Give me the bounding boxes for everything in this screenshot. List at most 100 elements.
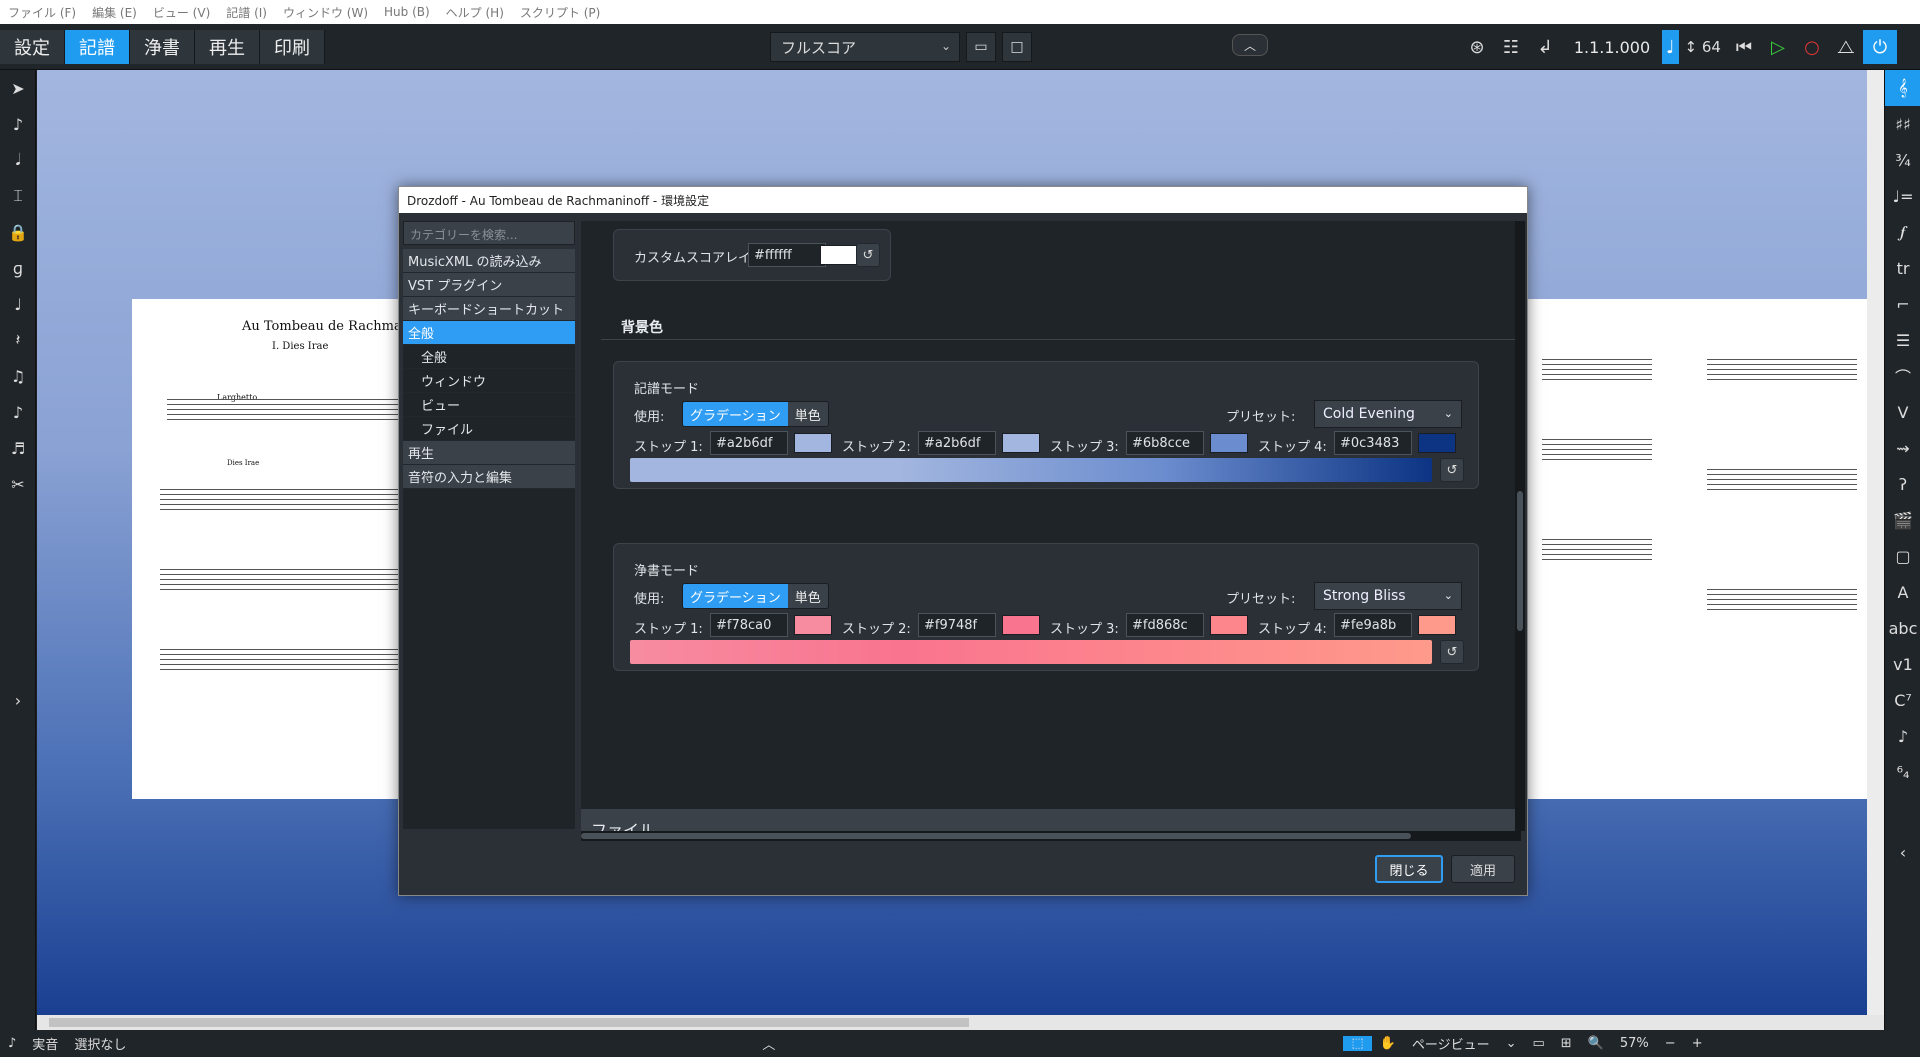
tempo-value[interactable]: ↕ 64 [1679,38,1727,56]
mode-print[interactable]: 印刷 [260,30,325,64]
write-mode-gradient-option[interactable]: グラデーション [683,402,788,426]
menu-hub[interactable]: Hub (B) [376,5,438,19]
galley-view-icon[interactable]: ▭ [966,32,996,62]
menu-window[interactable]: ウィンドウ (W) [275,4,376,21]
write-mode-preset-select[interactable]: Cold Evening ⌄ [1314,400,1462,428]
category-general-window[interactable]: ウィンドウ [403,369,575,393]
category-playback[interactable]: 再生 [403,441,575,465]
chord-icon[interactable]: 𝅘𝅥 [0,142,36,178]
lines-icon[interactable]: ⇝ [1885,430,1920,466]
reset-icon[interactable]: ↺ [1440,640,1464,664]
write-stop-2-swatch[interactable] [1002,433,1040,453]
grid-view-icon[interactable]: ⊞ [1553,1036,1580,1051]
menu-script[interactable]: スクリプト (P) [512,4,608,21]
spread-view-icon[interactable]: ▭ [1524,1036,1552,1051]
grace-note-icon[interactable]: ɡ [0,250,36,286]
rewind-icon[interactable]: ⏮ [1727,30,1761,64]
write-stop-1-hex[interactable]: #a2b6df [710,431,788,455]
tie-icon[interactable]: ♬ [0,430,36,466]
figured-bass-icon[interactable]: ⁶₄ [1885,754,1920,790]
insert-icon[interactable]: ⌶ [0,178,36,214]
transport-window-icon[interactable]: ↲ [1528,30,1562,64]
engrave-stop-4-hex[interactable]: #fe9a8b [1334,613,1412,637]
rehearsal-mark-icon[interactable]: v1 [1885,646,1920,682]
custom-layout-swatch[interactable] [820,245,858,265]
engrave-mode-preset-select[interactable]: Strong Bliss ⌄ [1314,582,1462,610]
category-general-general[interactable]: 全般 [403,345,575,369]
beam-icon[interactable]: ♫ [0,358,36,394]
record-icon[interactable]: ○ [1795,30,1829,64]
engrave-mode-gradient-option[interactable]: グラデーション [683,584,788,608]
engrave-mode-single-option[interactable]: 単色 [787,584,828,608]
scrollbar-thumb[interactable] [49,1018,969,1027]
engrave-stop-3-swatch[interactable] [1210,615,1248,635]
scrollbar-thumb[interactable] [581,833,1411,839]
zoom-in-icon[interactable]: + [1684,1036,1711,1051]
view-type-select[interactable]: ページビュー [1404,1034,1498,1053]
playing-techniques-icon[interactable]: V [1885,394,1920,430]
canvas-vertical-scrollbar[interactable] [1867,70,1884,1015]
bar-icon[interactable]: ☰ [1885,322,1920,358]
breath-icon[interactable]: ʔ [1885,466,1920,502]
collapse-right-panel-icon[interactable]: ‹ [1885,834,1920,870]
write-stop-1-swatch[interactable] [794,433,832,453]
category-general-view[interactable]: ビュー [403,393,575,417]
lock-icon[interactable]: 🔒 [0,214,36,250]
engrave-stop-2-swatch[interactable] [1002,615,1040,635]
mode-engrave[interactable]: 浄書 [130,30,195,64]
fingering-icon[interactable]: ♪ [1885,718,1920,754]
lyrics-icon[interactable]: abc [1885,610,1920,646]
write-stop-3-swatch[interactable] [1210,433,1248,453]
apply-button[interactable]: 適用 [1451,855,1515,883]
select-icon[interactable]: ➤ [0,70,36,106]
engrave-stop-2-hex[interactable]: #f9748f [918,613,996,637]
write-stop-4-hex[interactable]: #0c3483 [1334,431,1412,455]
tempo-icon[interactable]: ♩= [1885,178,1920,214]
instrument-icon[interactable]: ♪ [0,1036,24,1051]
chevron-up-icon[interactable]: ︿ [754,1034,783,1053]
menu-notation[interactable]: 記譜 (I) [218,4,275,21]
write-stop-2-hex[interactable]: #a2b6df [918,431,996,455]
engrave-stop-1-swatch[interactable] [794,615,832,635]
category-keyboard-shortcuts[interactable]: キーボードショートカット [403,297,575,321]
note-input-icon[interactable]: ♪ [0,106,36,142]
eighth-note-icon[interactable]: ♪ [0,394,36,430]
write-mode-single-option[interactable]: 単色 [787,402,828,426]
comments-icon[interactable]: ▢ [1885,538,1920,574]
mixer-icon[interactable]: ☷ [1494,30,1528,64]
concert-pitch-label[interactable]: 実音 [24,1034,66,1053]
category-musicxml-import[interactable]: MusicXML の読み込み [403,249,575,273]
mode-setup[interactable]: 設定 [0,30,65,64]
hand-tool-icon[interactable]: ✋ [1372,1036,1404,1051]
dynamics-icon[interactable]: 𝆑 [1885,214,1920,250]
cues-icon[interactable]: 🎬 [1885,502,1920,538]
layout-select[interactable]: フルスコア ⌄ [770,32,960,62]
custom-layout-hex-input[interactable]: #ffffff [748,243,826,267]
reset-icon[interactable]: ↺ [856,243,880,267]
close-button[interactable]: 閉じる [1375,855,1443,883]
chord-symbols-icon[interactable]: C⁷ [1885,682,1920,718]
text-icon[interactable]: A [1885,574,1920,610]
engrave-stop-4-swatch[interactable] [1418,615,1456,635]
play-icon[interactable]: ▷ [1761,30,1795,64]
chevron-up-icon[interactable]: ︿ [1232,34,1268,56]
engrave-stop-3-hex[interactable]: #fd868c [1126,613,1204,637]
page-view-icon[interactable]: □ [1002,32,1032,62]
tempo-note-icon[interactable]: ♩ [1662,30,1679,64]
content-horizontal-scrollbar[interactable] [581,831,1521,841]
scissors-icon[interactable]: ✂ [0,466,36,502]
menu-help[interactable]: ヘルプ (H) [438,4,512,21]
zoom-out-icon[interactable]: − [1657,1036,1684,1051]
mode-write[interactable]: 記譜 [65,30,130,64]
engrave-stop-1-hex[interactable]: #f78ca0 [710,613,788,637]
menu-view[interactable]: ビュー (V) [145,4,218,21]
marquee-select-icon[interactable]: ⬚ [1343,1036,1372,1051]
category-note-input[interactable]: 音符の入力と編集 [403,465,575,489]
category-search-input[interactable]: カテゴリーを検索... [403,221,575,245]
repeat-icon[interactable]: ⌐ [1885,286,1920,322]
rest-icon[interactable]: 𝄽 [0,322,36,358]
quarter-note-icon[interactable]: ♩ [0,286,36,322]
power-icon[interactable]: ⏻ [1862,30,1897,64]
mode-play[interactable]: 再生 [195,30,260,64]
expand-left-panel-icon[interactable]: › [0,682,36,718]
